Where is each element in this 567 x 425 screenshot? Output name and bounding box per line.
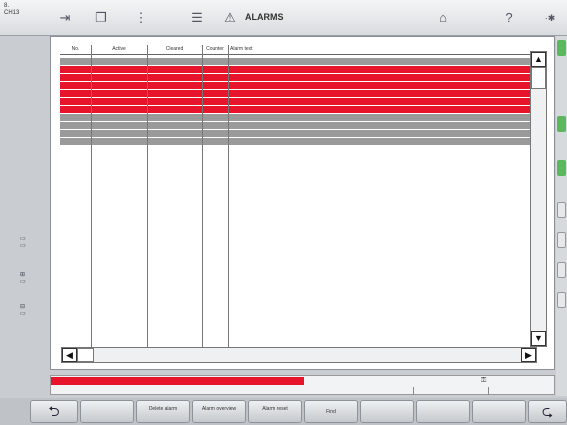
softkey-9[interactable] bbox=[472, 400, 526, 423]
column-divider bbox=[147, 45, 148, 353]
scroll-right-icon[interactable]: ▶ bbox=[521, 348, 536, 362]
softkey-2[interactable] bbox=[80, 400, 134, 423]
channel-indicator: 8. CH13 bbox=[4, 3, 20, 16]
help-icon[interactable]: ? bbox=[502, 8, 516, 28]
col-header-no[interactable]: No. bbox=[60, 46, 91, 52]
table-row[interactable] bbox=[60, 98, 530, 105]
alarm-table: No. Active Cleared Counter Alarm text bbox=[60, 45, 530, 353]
status-field-3 bbox=[489, 387, 555, 395]
table-row[interactable] bbox=[60, 82, 530, 89]
top-bar: 8. CH13 ⇥ ❐ ⋮ ☰ ⚠ ALARMS ⌂ ? ·✱ bbox=[0, 0, 567, 36]
table-row[interactable] bbox=[60, 66, 530, 73]
col-header-alarm-text[interactable]: Alarm text bbox=[230, 46, 290, 52]
col-header-active[interactable]: Active bbox=[91, 46, 147, 52]
back-button[interactable]: ⮌ bbox=[30, 400, 78, 423]
alarm-reset-button[interactable]: Alarm reset bbox=[248, 400, 302, 423]
table-row[interactable] bbox=[60, 122, 530, 129]
lock-icon: ⚿ bbox=[481, 377, 487, 384]
right-tab-1[interactable] bbox=[557, 40, 566, 56]
table-header: No. Active Cleared Counter Alarm text bbox=[60, 45, 530, 55]
find-button[interactable]: Find bbox=[304, 400, 358, 423]
settings-icon[interactable]: ·✱ bbox=[540, 8, 560, 28]
vertical-scrollbar[interactable]: ▲ ▼ bbox=[530, 51, 547, 347]
page-title: ALARMS bbox=[245, 12, 284, 22]
col-header-counter[interactable]: Counter bbox=[202, 46, 228, 52]
status-line: ⚿ bbox=[50, 375, 555, 395]
right-tab-3[interactable] bbox=[557, 160, 566, 176]
table-row[interactable] bbox=[60, 58, 530, 65]
status-alarm-message bbox=[51, 377, 304, 385]
info-icon[interactable]: ⋮ bbox=[134, 8, 148, 28]
right-tab-6[interactable] bbox=[557, 262, 566, 278]
side-button-1[interactable]: ▭ ▭ bbox=[20, 236, 40, 250]
right-tab-7[interactable] bbox=[557, 292, 566, 308]
vertical-scroll-thumb[interactable] bbox=[531, 67, 546, 89]
home-icon[interactable]: ⌂ bbox=[434, 8, 452, 28]
status-field-2 bbox=[414, 387, 489, 395]
side-button-2[interactable]: ⊞ ▭ bbox=[20, 272, 40, 286]
softkey-8[interactable] bbox=[416, 400, 470, 423]
left-sidebar: ▭ ▭ ⊞ ▭ ⊟ ▭ bbox=[0, 36, 46, 396]
exit-icon[interactable]: ⇥ bbox=[56, 8, 74, 28]
scroll-up-icon[interactable]: ▲ bbox=[531, 52, 546, 67]
right-tab-4[interactable] bbox=[557, 202, 566, 218]
horizontal-scrollbar[interactable]: ◀ ▶ bbox=[61, 347, 537, 363]
table-row[interactable] bbox=[60, 74, 530, 81]
column-divider bbox=[228, 45, 229, 353]
delete-alarm-button[interactable]: Delete alarm bbox=[136, 400, 190, 423]
back-arrow-icon: ⮌ bbox=[48, 403, 60, 419]
table-row[interactable] bbox=[60, 106, 530, 113]
alarm-panel: No. Active Cleared Counter Alarm text ▲ … bbox=[50, 36, 555, 370]
horizontal-scroll-thumb[interactable] bbox=[77, 348, 94, 362]
table-row[interactable] bbox=[60, 130, 530, 137]
right-tab-5[interactable] bbox=[557, 232, 566, 248]
table-row[interactable] bbox=[60, 90, 530, 97]
right-sidebar bbox=[556, 36, 567, 396]
right-tab-2[interactable] bbox=[557, 116, 566, 132]
warning-icon: ⚠ bbox=[224, 10, 236, 25]
softkey-bar: ⮌ Delete alarm Alarm overview Alarm rese… bbox=[0, 398, 567, 425]
alarm-overview-button[interactable]: Alarm overview bbox=[192, 400, 246, 423]
column-divider bbox=[91, 45, 92, 353]
forward-button[interactable]: ⮎ bbox=[528, 400, 567, 423]
column-divider bbox=[202, 45, 203, 353]
table-row[interactable] bbox=[60, 138, 530, 145]
stack-icon[interactable]: ☰ bbox=[186, 8, 208, 28]
forward-arrow-icon: ⮎ bbox=[541, 403, 554, 419]
scroll-down-icon[interactable]: ▼ bbox=[531, 331, 546, 346]
side-button-3[interactable]: ⊟ ▭ bbox=[20, 304, 40, 318]
status-field-1 bbox=[304, 387, 414, 395]
scroll-left-icon[interactable]: ◀ bbox=[62, 348, 77, 362]
copy-icon[interactable]: ❐ bbox=[92, 8, 110, 28]
col-header-cleared[interactable]: Cleared bbox=[147, 46, 202, 52]
softkey-7[interactable] bbox=[360, 400, 414, 423]
table-row[interactable] bbox=[60, 114, 530, 121]
